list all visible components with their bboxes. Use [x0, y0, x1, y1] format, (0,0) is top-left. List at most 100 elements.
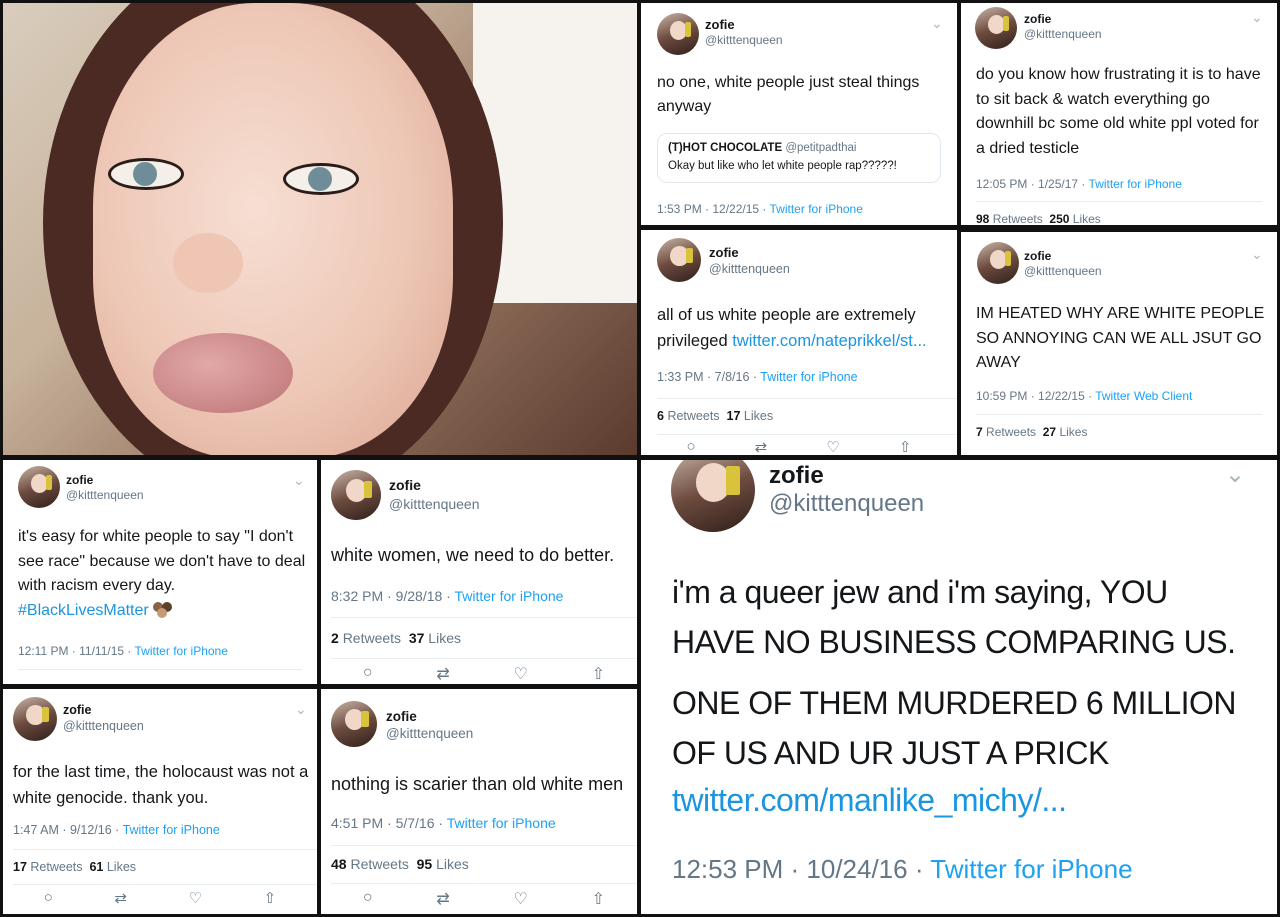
- avatar[interactable]: [977, 242, 1019, 284]
- source-link[interactable]: Twitter for iPhone: [447, 815, 556, 831]
- reply-icon[interactable]: ○: [44, 889, 53, 907]
- tweet-link[interactable]: twitter.com/manlike_michy/...: [672, 782, 1067, 819]
- retweets-label: Retweets: [667, 409, 720, 423]
- user-name[interactable]: zofie: [66, 473, 93, 487]
- user-handle[interactable]: @kitttenqueen: [1024, 264, 1102, 278]
- retweets-label: Retweets: [992, 212, 1043, 225]
- tweet-card-5: zofie @kitttenqueen ⌄ it's easy for whit…: [3, 460, 317, 684]
- avatar[interactable]: [331, 701, 377, 747]
- avatar[interactable]: [13, 697, 57, 741]
- source-link[interactable]: Twitter for iPhone: [770, 202, 863, 216]
- user-handle[interactable]: @kitttenqueen: [705, 33, 783, 47]
- avatar[interactable]: [671, 460, 755, 532]
- reply-icon[interactable]: ○: [363, 889, 373, 909]
- user-handle[interactable]: @kitttenqueen: [386, 726, 473, 741]
- tweet-link[interactable]: twitter.com/nateprikkel/st...: [732, 332, 926, 350]
- tweet-meta: 12:53 PM · 10/24/16 · Twitter for iPhone: [672, 854, 1133, 885]
- like-count: 95: [416, 856, 433, 872]
- timestamp: 1:33 PM · 7/8/16 ·: [657, 370, 761, 384]
- share-icon[interactable]: ⇧: [899, 438, 912, 455]
- tweet-stats[interactable]: 2 Retweets 37 Likes: [331, 630, 461, 646]
- avatar[interactable]: [331, 470, 381, 520]
- share-icon[interactable]: ⇧: [592, 664, 605, 684]
- retweet-icon[interactable]: ⇄: [436, 664, 449, 684]
- timestamp: 4:51 PM · 5/7/16 ·: [331, 815, 447, 831]
- avatar[interactable]: [657, 13, 699, 55]
- quoted-tweet[interactable]: (T)HOT CHOCOLATE @petitpadthai Okay but …: [657, 133, 941, 183]
- chevron-down-icon[interactable]: ⌄: [1251, 9, 1263, 26]
- action-bar: ○ ⇄ ♡ ⇧: [13, 889, 307, 907]
- like-icon[interactable]: ♡: [514, 889, 528, 909]
- quote-text: Okay but like who let white people rap??…: [668, 160, 897, 172]
- tweet-stats[interactable]: 98 Retweets 250 Likes: [976, 212, 1101, 225]
- user-handle[interactable]: @kitttenqueen: [66, 488, 144, 502]
- avatar[interactable]: [975, 7, 1017, 49]
- share-icon[interactable]: ⇧: [592, 889, 605, 909]
- source-link[interactable]: Twitter for iPhone: [454, 588, 563, 604]
- retweets-label: Retweets: [986, 425, 1037, 439]
- nose: [173, 233, 243, 293]
- chevron-down-icon[interactable]: ⌄: [293, 472, 305, 489]
- user-name[interactable]: zofie: [386, 709, 417, 724]
- user-name[interactable]: zofie: [1024, 249, 1051, 263]
- user-handle[interactable]: @kitttenqueen: [709, 262, 790, 276]
- source-link[interactable]: Twitter for iPhone: [930, 854, 1132, 884]
- divider: [976, 414, 1262, 415]
- tweet-stats[interactable]: 48 Retweets 95 Likes: [331, 856, 469, 872]
- retweets-label: Retweets: [30, 860, 83, 874]
- user-name[interactable]: zofie: [705, 17, 735, 32]
- tweet-text: do you know how frustrating it is to hav…: [976, 66, 1261, 157]
- user-handle[interactable]: @kitttenqueen: [389, 496, 480, 512]
- user-name[interactable]: zofie: [389, 477, 421, 493]
- chevron-down-icon[interactable]: ⌄: [1251, 246, 1263, 263]
- timestamp: 12:53 PM · 10/24/16 ·: [672, 854, 931, 884]
- like-icon[interactable]: ♡: [826, 438, 839, 455]
- divider: [331, 845, 637, 846]
- timestamp: 1:47 AM · 9/12/16 ·: [13, 823, 123, 837]
- selfie-photo: [3, 3, 637, 455]
- action-bar: ○ ⇄ ♡ ⇧: [331, 889, 637, 909]
- divider: [331, 617, 637, 618]
- user-handle[interactable]: @kitttenqueen: [769, 490, 924, 518]
- user-name[interactable]: zofie: [63, 703, 91, 717]
- tweet-stats[interactable]: 7 Retweets 27 Likes: [976, 425, 1087, 439]
- avatar[interactable]: [18, 466, 60, 508]
- retweet-icon[interactable]: ⇄: [436, 889, 449, 909]
- chevron-down-icon[interactable]: ⌄: [1225, 460, 1245, 489]
- tweet-meta: 12:11 PM · 11/11/15 · Twitter for iPhone: [18, 644, 228, 658]
- user-name[interactable]: zofie: [709, 245, 739, 260]
- share-icon[interactable]: ⇧: [264, 889, 277, 907]
- tweet-meta: 1:47 AM · 9/12/16 · Twitter for iPhone: [13, 823, 220, 837]
- reply-icon[interactable]: ○: [363, 664, 373, 684]
- like-icon[interactable]: ♡: [189, 889, 202, 907]
- source-link[interactable]: Twitter for iPhone: [123, 823, 220, 837]
- user-handle[interactable]: @kitttenqueen: [63, 719, 144, 733]
- tweet-stats[interactable]: 17 Retweets 61 Likes: [13, 860, 136, 874]
- action-bar: ○ ⇄ ♡ ⇧: [331, 664, 637, 684]
- tweet-stats[interactable]: 6 Retweets 17 Likes: [657, 409, 773, 423]
- user-handle[interactable]: @kitttenqueen: [1024, 27, 1102, 41]
- likes-label: Likes: [743, 409, 774, 423]
- source-link[interactable]: Twitter for iPhone: [760, 370, 857, 384]
- divider: [13, 884, 317, 885]
- reply-icon[interactable]: ○: [687, 438, 696, 455]
- chevron-down-icon[interactable]: ⌄: [931, 15, 943, 32]
- right-eye: [283, 163, 359, 195]
- tweet-text-1: i'm a queer jew and i'm saying, YOU HAVE…: [672, 574, 1236, 660]
- source-link[interactable]: Twitter for iPhone: [1089, 177, 1182, 191]
- hashtag-link[interactable]: #BlackLivesMatter: [18, 602, 149, 619]
- avatar[interactable]: [657, 238, 701, 282]
- tweet-text: all of us white people are extremely pri…: [657, 302, 947, 354]
- chevron-down-icon[interactable]: ⌄: [295, 701, 307, 718]
- tweet-card-6: zofie @kitttenqueen white women, we need…: [321, 460, 637, 684]
- quote-author: (T)HOT CHOCOLATE: [668, 142, 783, 154]
- retweet-icon[interactable]: ⇄: [114, 889, 127, 907]
- retweet-icon[interactable]: ⇄: [755, 438, 768, 455]
- retweets-label: Retweets: [342, 630, 402, 646]
- like-icon[interactable]: ♡: [514, 664, 528, 684]
- source-link[interactable]: Twitter for iPhone: [135, 644, 228, 658]
- user-name[interactable]: zofie: [1024, 12, 1051, 26]
- likes-label: Likes: [436, 856, 469, 872]
- source-link[interactable]: Twitter Web Client: [1095, 389, 1192, 403]
- user-name[interactable]: zofie: [769, 462, 824, 490]
